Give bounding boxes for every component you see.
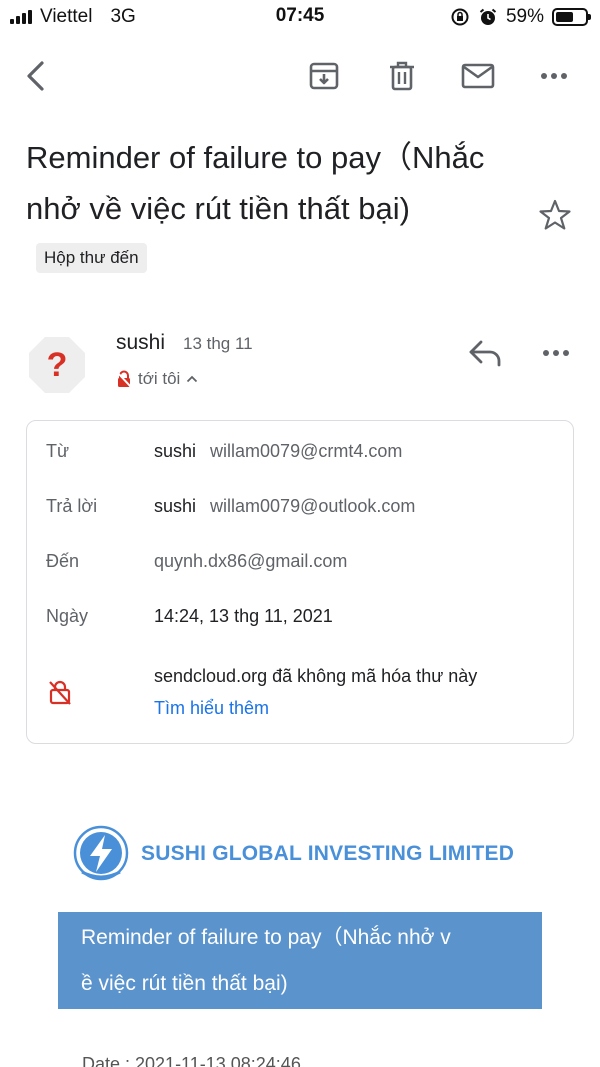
toolbar: [0, 52, 600, 102]
star-icon[interactable]: [538, 198, 572, 232]
to-email[interactable]: quynh.dx86@gmail.com: [154, 551, 347, 572]
sender-date: 13 thg 11: [183, 334, 253, 353]
back-button[interactable]: [14, 52, 58, 100]
banner-text: Reminder of failure to pay（Nhắc nhở v ề …: [81, 926, 451, 995]
battery-icon: [552, 8, 591, 26]
alarm-icon: [479, 8, 497, 25]
reminder-banner: Reminder of failure to pay（Nhắc nhở v ề …: [58, 912, 542, 1009]
reply-to-name: sushi: [154, 496, 197, 516]
status-bar: Viettel 3G 07:45 59%: [0, 0, 600, 34]
date-label: Ngày: [46, 606, 89, 626]
reply-button[interactable]: [466, 336, 506, 370]
from-value: sushi willam0079@crmt4.com: [154, 441, 402, 462]
subject-text: Reminder of failure to pay（Nhắc nhở về v…: [26, 140, 485, 226]
more-vert-icon: [541, 73, 567, 79]
archive-icon: [309, 62, 339, 90]
reply-icon: [469, 340, 501, 367]
mark-unread-button[interactable]: [456, 52, 500, 100]
inbox-label-chip[interactable]: Hộp thư đến: [36, 242, 147, 273]
sender-name[interactable]: sushi: [116, 331, 165, 355]
sender-avatar[interactable]: ?: [28, 336, 86, 394]
more-options-button[interactable]: [532, 52, 576, 100]
mark-unread-icon: [461, 63, 495, 89]
unencrypted-lock-icon: [116, 370, 132, 388]
from-email[interactable]: willam0079@crmt4.com: [210, 441, 402, 461]
delete-button[interactable]: [380, 52, 424, 100]
message-more-button[interactable]: [536, 336, 576, 370]
battery-percent: 59%: [505, 6, 544, 27]
from-label: Từ: [46, 441, 70, 461]
date-value: 14:24, 13 thg 11, 2021: [154, 606, 333, 626]
reply-to-label: Trả lời: [46, 496, 98, 516]
to-me-label: tới tôi: [138, 369, 181, 388]
to-label: Đến: [46, 551, 80, 571]
more-icon: [543, 350, 569, 356]
message-details-card: Từ sushi willam0079@crmt4.com Trả lời sus…: [26, 420, 574, 744]
reply-to-email[interactable]: willam0079@outlook.com: [210, 496, 415, 516]
archive-button[interactable]: [302, 52, 346, 100]
learn-more-link[interactable]: Tìm hiểu thêm: [154, 698, 269, 719]
recipients-toggle[interactable]: tới tôi: [116, 369, 198, 389]
encryption-notice: sendcloud.org đã không mã hóa thư này: [154, 666, 478, 686]
lock-rotation-icon: [451, 8, 469, 26]
delete-icon: [390, 61, 414, 91]
from-name: sushi: [154, 441, 197, 461]
chevron-up-icon: [187, 375, 198, 383]
body-date-line: Date : 2021-11-13 08:24:46: [82, 1054, 301, 1067]
email-subject: Reminder of failure to pay（Nhắc nhở về v…: [26, 132, 496, 285]
back-icon: [27, 61, 44, 91]
company-name: SUSHI GLOBAL INVESTING LIMITED: [141, 842, 515, 865]
avatar-unknown-glyph: ?: [47, 346, 68, 384]
reply-to-value: sushi willam0079@outlook.com: [154, 496, 415, 517]
encryption-warning-icon: [49, 680, 71, 705]
company-logo: [73, 825, 129, 881]
